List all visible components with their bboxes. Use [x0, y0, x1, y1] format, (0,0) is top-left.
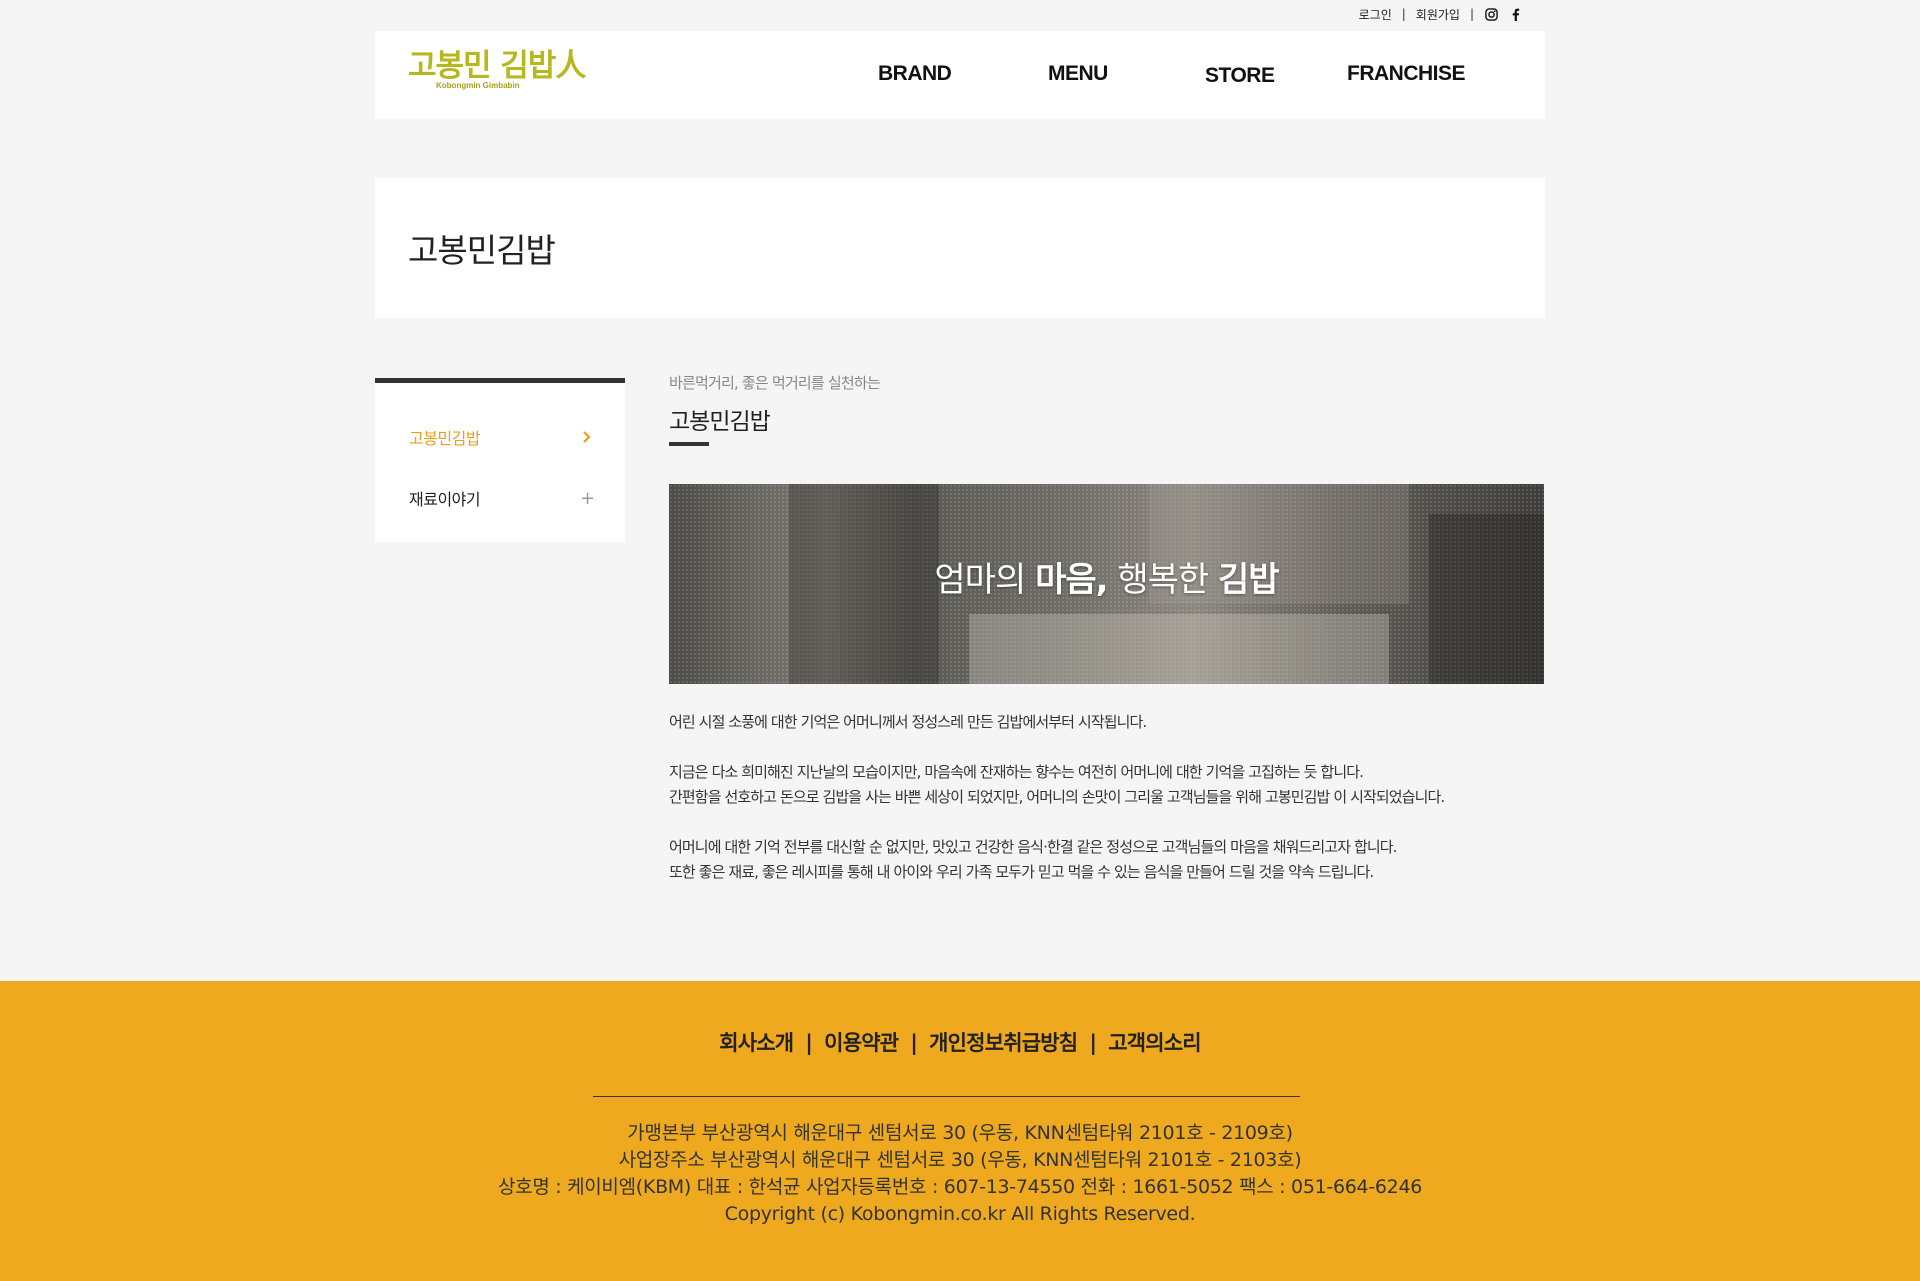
nav-menu[interactable]: MENU	[1048, 62, 1108, 86]
side-nav-item-kobongmin[interactable]: 고봉민김밥	[409, 425, 594, 449]
instagram-icon[interactable]	[1484, 7, 1498, 21]
paragraph: 어머니에 대한 기억 전부를 대신할 순 없지만, 맛있고 건강한 음식·한결 …	[669, 838, 1397, 856]
banner-photo-shade	[969, 614, 1389, 684]
login-link[interactable]: 로그인	[1359, 6, 1392, 23]
paragraph: 간편함을 선호하고 돈으로 김밥을 사는 바쁜 세상이 되었지만, 어머니의 손…	[669, 788, 1445, 806]
hero-banner: 엄마의 마음, 행복한 김밥	[669, 484, 1544, 684]
side-nav-item-label: 고봉민김밥	[409, 429, 481, 448]
title-underline	[669, 442, 709, 446]
signup-link[interactable]: 회원가입	[1416, 6, 1460, 23]
footer-link-company[interactable]: 회사소개	[719, 1031, 794, 1055]
footer-link-terms[interactable]: 이용약관	[824, 1031, 899, 1055]
footer-info-line: 가맹본부 부산광역시 해운대구 센텀서로 30 (우동, KNN센텀타워 210…	[627, 1122, 1293, 1144]
side-nav: 고봉민김밥 재료이야기 +	[375, 378, 625, 542]
footer-link-privacy[interactable]: 개인정보취급방침	[929, 1031, 1078, 1055]
separator: |	[1401, 7, 1406, 21]
page-title: 고봉민김밥	[408, 231, 556, 270]
nav-franchise[interactable]: FRANCHISE	[1347, 62, 1466, 86]
section-title: 고봉민김밥	[669, 409, 771, 435]
side-nav-item-label: 재료이야기	[409, 490, 481, 509]
separator: |	[1089, 1031, 1097, 1055]
facebook-icon[interactable]	[1508, 7, 1522, 21]
paragraph: 지금은 다소 희미해진 지난날의 모습이지만, 마음속에 잔재하는 향수는 여전…	[669, 763, 1364, 781]
nav-store[interactable]: STORE	[1205, 64, 1275, 88]
paragraph: 또한 좋은 재료, 좋은 레시피를 통해 내 아이와 우리 가족 모두가 믿고 …	[669, 863, 1374, 881]
banner-headline: 엄마의 마음, 행복한 김밥	[934, 560, 1279, 600]
top-utility-bar: 로그인 | 회원가입 |	[1359, 6, 1522, 22]
page-title-box: 고봉민김밥	[375, 178, 1545, 318]
footer-company-info: 가맹본부 부산광역시 해운대구 센텀서로 30 (우동, KNN센텀타워 210…	[0, 1120, 1920, 1228]
footer-link-customer-voice[interactable]: 고객의소리	[1108, 1031, 1201, 1055]
plus-icon: +	[580, 487, 595, 509]
footer-info-line: 사업장주소 부산광역시 해운대구 센텀서로 30 (우동, KNN센텀타워 21…	[618, 1149, 1302, 1171]
main-content: 바른먹거리, 좋은 먹거리를 실천하는 고봉민김밥 엄마의 마음, 행복한 김밥…	[669, 372, 1549, 881]
copyright: Copyright (c) Kobongmin.co.kr All Rights…	[724, 1203, 1196, 1225]
side-nav-item-ingredients[interactable]: 재료이야기 +	[409, 486, 595, 510]
nav-brand[interactable]: BRAND	[878, 62, 952, 86]
header: 고봉민 김밥人 Kobongmin Gimbabin BRAND MENU ST…	[375, 31, 1545, 119]
separator: |	[1469, 7, 1474, 21]
footer-info-line: 상호명 : 케이비엠(KBM) 대표 : 한석균 사업자등록번호 : 607-1…	[497, 1176, 1423, 1198]
chevron-right-icon	[580, 427, 594, 448]
brand-story-text: 어린 시절 소풍에 대한 기억은 어머니께서 정성스레 만든 김밥에서부터 시작…	[669, 710, 1549, 885]
paragraph: 어린 시절 소풍에 대한 기억은 어머니께서 정성스레 만든 김밥에서부터 시작…	[669, 713, 1147, 731]
separator: |	[805, 1031, 813, 1055]
section-caption: 바른먹거리, 좋은 먹거리를 실천하는	[669, 374, 881, 392]
separator: |	[910, 1031, 918, 1055]
footer-divider	[593, 1096, 1300, 1097]
footer-links: 회사소개 | 이용약관 | 개인정보취급방침 | 고객의소리	[0, 1027, 1920, 1057]
footer: 회사소개 | 이용약관 | 개인정보취급방침 | 고객의소리 가맹본부 부산광역시 해운대구…	[0, 981, 1920, 1281]
main-nav: BRAND MENU STORE FRANCHISE	[375, 31, 1545, 119]
